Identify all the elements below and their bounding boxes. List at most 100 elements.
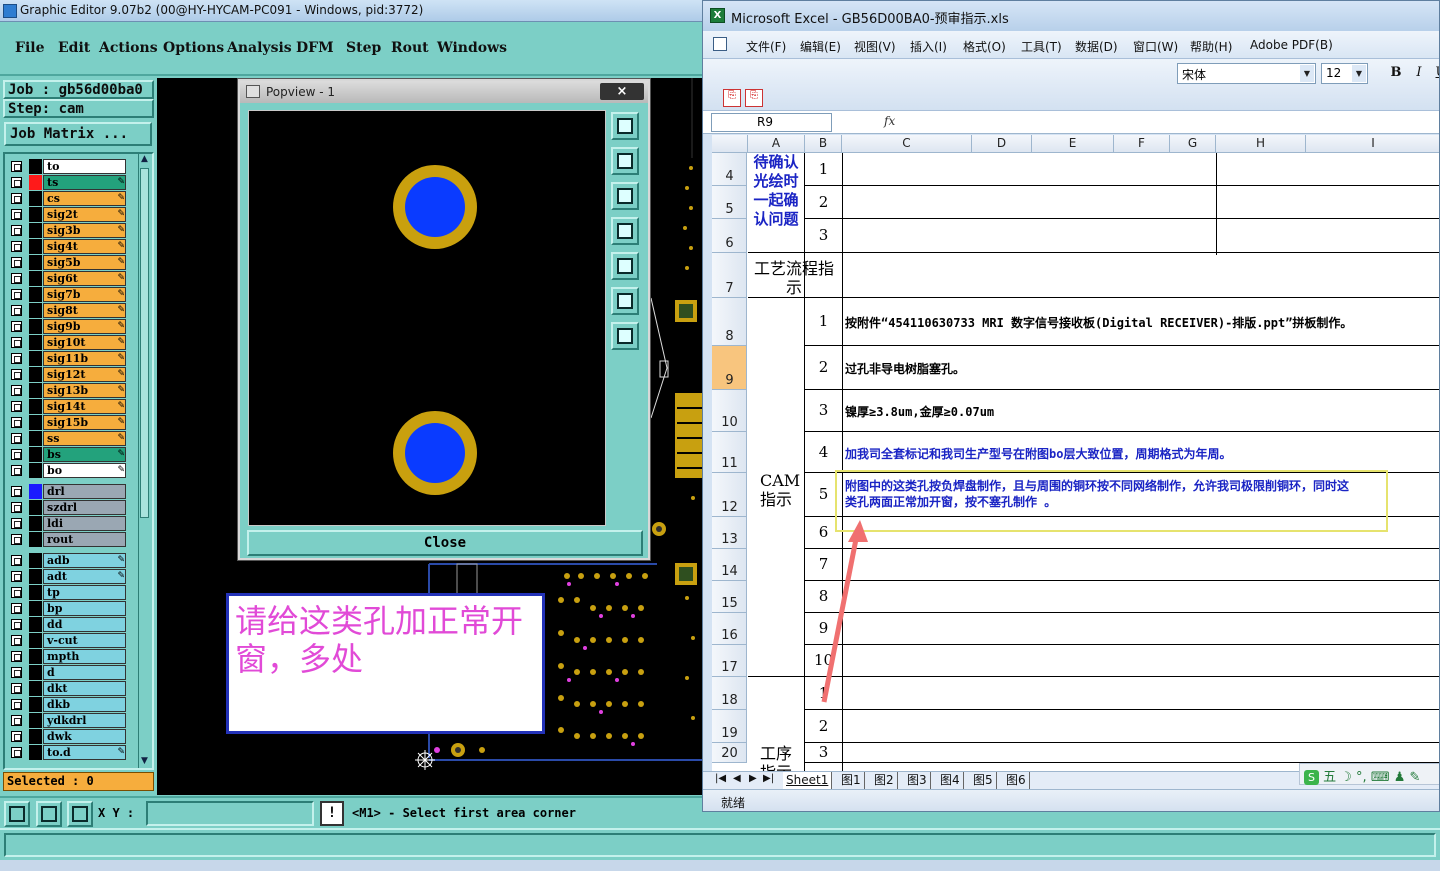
menu-window-cn[interactable]: 窗口(W): [1133, 38, 1178, 55]
layer-row-v-cut[interactable]: v-cut: [7, 633, 129, 648]
layer-name[interactable]: sig15b: [43, 415, 126, 430]
row-header-11[interactable]: 11: [712, 432, 747, 473]
row-header-14[interactable]: 14: [712, 549, 747, 581]
layer-name[interactable]: v-cut: [43, 633, 126, 648]
layer-name[interactable]: bs: [43, 447, 126, 462]
popview-titlebar[interactable]: Popview - 1 ×: [240, 81, 648, 103]
cell-b-6[interactable]: 3: [805, 226, 842, 244]
cell-b-11[interactable]: 4: [805, 443, 842, 461]
underline-icon[interactable]: U: [1431, 65, 1439, 84]
layer-name[interactable]: sig5b: [43, 255, 126, 270]
layer-checkbox[interactable]: [11, 699, 22, 710]
column-header-c[interactable]: C: [842, 135, 972, 153]
layer-checkbox[interactable]: [11, 433, 22, 444]
layer-name[interactable]: sig14t: [43, 399, 126, 414]
layer-row-adt[interactable]: adt ✎: [7, 569, 129, 584]
layer-row-sig7b[interactable]: sig7b ✎: [7, 287, 129, 302]
row-header-10[interactable]: 10: [712, 390, 747, 432]
row-header-17[interactable]: 17: [712, 645, 747, 677]
layer-checkbox[interactable]: [11, 401, 22, 412]
column-header-b[interactable]: B: [805, 135, 842, 153]
layer-row-sig6t[interactable]: sig6t ✎: [7, 271, 129, 286]
font-size-select[interactable]: 12 ▼: [1321, 63, 1368, 84]
scroll-thumb[interactable]: [140, 168, 149, 518]
cell-b-20[interactable]: 3: [805, 743, 842, 761]
layer-checkbox[interactable]: [11, 241, 22, 252]
layer-row-dd[interactable]: dd: [7, 617, 129, 632]
row-header-7[interactable]: 7: [712, 253, 747, 298]
row-header-13[interactable]: 13: [712, 517, 747, 549]
layer-row-to[interactable]: to: [7, 159, 129, 174]
xy-coordinate-field[interactable]: [146, 801, 314, 826]
layer-name[interactable]: to: [43, 159, 126, 174]
row-header-15[interactable]: 15: [712, 581, 747, 613]
menu-actions[interactable]: Actions: [99, 40, 158, 56]
menu-file[interactable]: File: [15, 40, 44, 56]
pan-right-icon[interactable]: [611, 252, 639, 280]
pdf-mail-icon[interactable]: ⎘: [745, 89, 763, 107]
menu-analysis[interactable]: Analysis: [227, 40, 292, 56]
layer-checkbox[interactable]: [11, 715, 22, 726]
layer-name[interactable]: sig8t: [43, 303, 126, 318]
scroll-down-icon[interactable]: ▼: [139, 756, 150, 768]
row-header-16[interactable]: 16: [712, 613, 747, 645]
layer-checkbox[interactable]: [11, 321, 22, 332]
cell-b-4[interactable]: 1: [805, 160, 842, 178]
layer-checkbox[interactable]: [11, 225, 22, 236]
pan-up-icon[interactable]: [611, 147, 639, 175]
layer-row-sig14t[interactable]: sig14t ✎: [7, 399, 129, 414]
last-sheet-icon[interactable]: ▶|: [763, 773, 774, 784]
layer-row-sig8t[interactable]: sig8t ✎: [7, 303, 129, 318]
row-header-5[interactable]: 5: [712, 186, 747, 219]
zoom-in-icon[interactable]: [611, 322, 639, 350]
layer-checkbox[interactable]: [11, 337, 22, 348]
layer-row-sig10t[interactable]: sig10t ✎: [7, 335, 129, 350]
menu-dfm[interactable]: DFM: [296, 40, 334, 56]
first-sheet-icon[interactable]: |◀: [715, 773, 726, 784]
layer-row-rout[interactable]: rout: [7, 532, 129, 547]
layer-checkbox[interactable]: [11, 747, 22, 758]
popview-close-button[interactable]: Close: [247, 530, 643, 556]
layer-checkbox[interactable]: [11, 353, 22, 364]
chevron-down-icon[interactable]: ▼: [1300, 65, 1314, 82]
layer-name[interactable]: sig12t: [43, 367, 126, 382]
column-header-e[interactable]: E: [1032, 135, 1114, 153]
cell-c-11[interactable]: 加我司全套标记和我司生产型号在附图bo层大致位置，周期格式为年周。: [845, 445, 1439, 462]
sheet-tab-fig5[interactable]: 图5: [970, 772, 997, 789]
layer-name[interactable]: ldi: [43, 516, 126, 531]
layer-checkbox[interactable]: [11, 385, 22, 396]
layer-scrollbar[interactable]: ▲ ▼: [138, 154, 150, 768]
menu-file-cn[interactable]: 文件(F): [746, 38, 786, 55]
layer-name[interactable]: tp: [43, 585, 126, 600]
name-box[interactable]: R9: [711, 113, 832, 132]
layer-row-sig5b[interactable]: sig5b ✎: [7, 255, 129, 270]
menu-insert-cn[interactable]: 插入(I): [910, 38, 947, 55]
layer-row-mpth[interactable]: mpth: [7, 649, 129, 664]
fx-icon[interactable]: fx: [884, 114, 895, 128]
layer-row-dkt[interactable]: dkt: [7, 681, 129, 696]
column-header-f[interactable]: F: [1114, 135, 1170, 153]
menu-view-cn[interactable]: 视图(V): [854, 38, 896, 55]
layer-checkbox[interactable]: [11, 369, 22, 380]
layer-checkbox[interactable]: [11, 289, 22, 300]
layer-checkbox[interactable]: [11, 635, 22, 646]
menu-windows[interactable]: Windows: [437, 40, 507, 56]
layer-row-bo[interactable]: bo ✎: [7, 463, 129, 478]
worksheet-grid[interactable]: A B C D E F G H I 4 1 5 2 6 3 7 8 1 按附件“454110630…: [712, 135, 1439, 771]
layer-name[interactable]: cs: [43, 191, 126, 206]
layer-checkbox[interactable]: [11, 619, 22, 630]
layer-name[interactable]: ss: [43, 431, 126, 446]
layer-name[interactable]: ydkdrl: [43, 713, 126, 728]
layer-row-bp[interactable]: bp: [7, 601, 129, 616]
layer-name[interactable]: sig9b: [43, 319, 126, 334]
layer-checkbox[interactable]: [11, 651, 22, 662]
pdf-convert-icon[interactable]: ⎘: [723, 89, 741, 107]
layer-row-sig13b[interactable]: sig13b ✎: [7, 383, 129, 398]
layer-checkbox[interactable]: [11, 683, 22, 694]
layer-row-ydkdrl[interactable]: ydkdrl: [7, 713, 129, 728]
chevron-down-icon[interactable]: ▼: [1352, 65, 1366, 82]
layer-checkbox[interactable]: [11, 534, 22, 545]
row-header-12[interactable]: 12: [712, 473, 747, 517]
layer-name[interactable]: dwk: [43, 729, 126, 744]
layer-checkbox[interactable]: [11, 273, 22, 284]
